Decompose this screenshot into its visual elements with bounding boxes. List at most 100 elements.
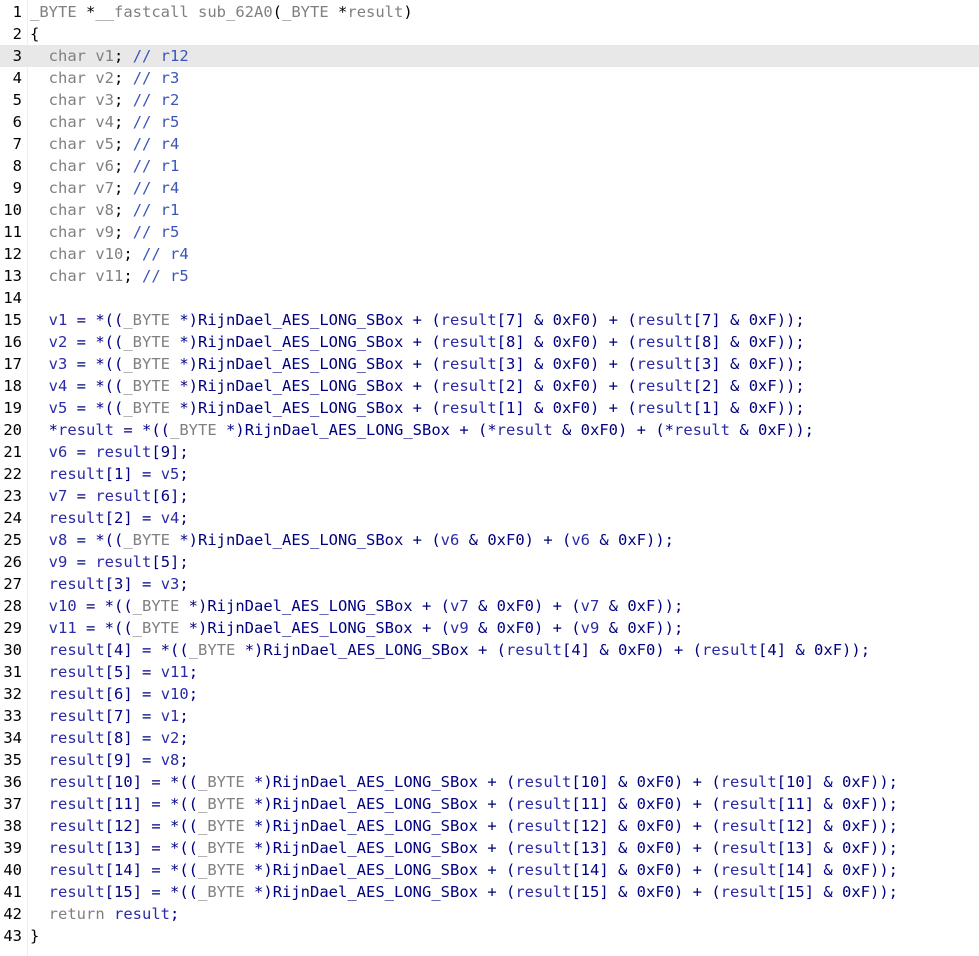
token-func[interactable]: sub_62A0 bbox=[198, 3, 273, 21]
code-line[interactable]: 20 *result = *((_BYTE *)RijnDael_AES_LON… bbox=[0, 419, 979, 441]
code-line[interactable]: 26 v9 = result[5]; bbox=[0, 551, 979, 573]
code-line[interactable]: 8 char v6; // r1 bbox=[0, 155, 979, 177]
token-local[interactable]: result bbox=[95, 553, 151, 571]
token-local[interactable]: result bbox=[95, 443, 151, 461]
token-local[interactable]: v9 bbox=[49, 553, 68, 571]
token-local[interactable]: result bbox=[721, 883, 777, 901]
token-local[interactable]: result bbox=[721, 839, 777, 857]
code-line[interactable]: 3 char v1; // r12 bbox=[0, 45, 979, 67]
code-line[interactable]: 7 char v5; // r4 bbox=[0, 133, 979, 155]
code-line[interactable]: 5 char v3; // r2 bbox=[0, 89, 979, 111]
token-local[interactable]: result bbox=[441, 333, 497, 351]
token-global[interactable]: RijnDael_AES_LONG_SBox bbox=[273, 861, 478, 879]
token-global[interactable]: RijnDael_AES_LONG_SBox bbox=[263, 641, 468, 659]
token-local[interactable]: v1 bbox=[49, 311, 68, 329]
code-line[interactable]: 6 char v4; // r5 bbox=[0, 111, 979, 133]
token-local[interactable]: result bbox=[49, 707, 105, 725]
token-local[interactable]: result bbox=[506, 641, 562, 659]
token-local[interactable]: result bbox=[515, 839, 571, 857]
token-local[interactable]: v5 bbox=[161, 465, 180, 483]
code-line[interactable]: 15 v1 = *((_BYTE *)RijnDael_AES_LONG_SBo… bbox=[0, 309, 979, 331]
token-local[interactable]: v11 bbox=[161, 663, 189, 681]
token-global[interactable]: RijnDael_AES_LONG_SBox bbox=[245, 421, 450, 439]
code-line[interactable]: 12 char v10; // r4 bbox=[0, 243, 979, 265]
code-line[interactable]: 33 result[7] = v1; bbox=[0, 705, 979, 727]
token-global[interactable]: RijnDael_AES_LONG_SBox bbox=[207, 619, 412, 637]
token-local[interactable]: result bbox=[637, 311, 693, 329]
token-local[interactable]: result bbox=[49, 575, 105, 593]
token-global[interactable]: RijnDael_AES_LONG_SBox bbox=[273, 795, 478, 813]
token-local[interactable]: result bbox=[497, 421, 553, 439]
token-local[interactable]: result bbox=[637, 333, 693, 351]
code-line[interactable]: 38 result[12] = *((_BYTE *)RijnDael_AES_… bbox=[0, 815, 979, 837]
token-local[interactable]: result bbox=[49, 685, 105, 703]
token-local[interactable]: v10 bbox=[161, 685, 189, 703]
code-line[interactable]: 1 _BYTE *__fastcall sub_62A0(_BYTE *resul… bbox=[0, 1, 979, 23]
code-line[interactable]: 39 result[13] = *((_BYTE *)RijnDael_AES_… bbox=[0, 837, 979, 859]
token-local[interactable]: v4 bbox=[49, 377, 68, 395]
token-global[interactable]: RijnDael_AES_LONG_SBox bbox=[273, 883, 478, 901]
token-local[interactable]: v6 bbox=[571, 531, 590, 549]
token-local[interactable]: v11 bbox=[49, 619, 77, 637]
token-global[interactable]: RijnDael_AES_LONG_SBox bbox=[198, 333, 403, 351]
token-local[interactable]: result bbox=[114, 905, 170, 923]
code-line[interactable]: 9 char v7; // r4 bbox=[0, 177, 979, 199]
token-local[interactable]: result bbox=[441, 355, 497, 373]
token-local[interactable]: result bbox=[441, 399, 497, 417]
token-global[interactable]: RijnDael_AES_LONG_SBox bbox=[198, 377, 403, 395]
token-local[interactable]: result bbox=[49, 795, 105, 813]
token-local[interactable]: result bbox=[49, 751, 105, 769]
token-local[interactable]: v5 bbox=[49, 399, 68, 417]
token-local[interactable]: v1 bbox=[161, 707, 180, 725]
token-local[interactable]: result bbox=[49, 861, 105, 879]
code-line[interactable]: 34 result[8] = v2; bbox=[0, 727, 979, 749]
token-local[interactable]: result bbox=[637, 399, 693, 417]
token-local[interactable]: v3 bbox=[161, 575, 180, 593]
code-line[interactable]: 19 v5 = *((_BYTE *)RijnDael_AES_LONG_SBo… bbox=[0, 397, 979, 419]
code-line[interactable]: 32 result[6] = v10; bbox=[0, 683, 979, 705]
token-local[interactable]: v2 bbox=[161, 729, 180, 747]
token-local[interactable]: result bbox=[721, 817, 777, 835]
token-local[interactable]: result bbox=[515, 795, 571, 813]
token-local[interactable]: result bbox=[515, 861, 571, 879]
token-local[interactable]: result bbox=[49, 465, 105, 483]
token-local[interactable]: result bbox=[49, 817, 105, 835]
code-line[interactable]: 36 result[10] = *((_BYTE *)RijnDael_AES_… bbox=[0, 771, 979, 793]
token-local[interactable]: result bbox=[49, 839, 105, 857]
token-func[interactable]: result bbox=[347, 3, 403, 21]
token-local[interactable]: v8 bbox=[49, 531, 68, 549]
code-line[interactable]: 4 char v2; // r3 bbox=[0, 67, 979, 89]
token-local[interactable]: v7 bbox=[581, 597, 600, 615]
code-line[interactable]: 16 v2 = *((_BYTE *)RijnDael_AES_LONG_SBo… bbox=[0, 331, 979, 353]
token-local[interactable]: result bbox=[515, 773, 571, 791]
token-local[interactable]: result bbox=[721, 795, 777, 813]
token-local[interactable]: v7 bbox=[450, 597, 469, 615]
token-local[interactable]: v9 bbox=[450, 619, 469, 637]
token-local[interactable]: v8 bbox=[161, 751, 180, 769]
token-local[interactable]: result bbox=[49, 883, 105, 901]
code-line[interactable]: 41 result[15] = *((_BYTE *)RijnDael_AES_… bbox=[0, 881, 979, 903]
token-global[interactable]: RijnDael_AES_LONG_SBox bbox=[273, 839, 478, 857]
token-local[interactable]: result bbox=[702, 641, 758, 659]
token-local[interactable]: result bbox=[49, 773, 105, 791]
code-line[interactable]: 42 return result; bbox=[0, 903, 979, 925]
token-local[interactable]: v9 bbox=[581, 619, 600, 637]
token-global[interactable]: RijnDael_AES_LONG_SBox bbox=[198, 399, 403, 417]
token-local[interactable]: v2 bbox=[49, 333, 68, 351]
token-global[interactable]: RijnDael_AES_LONG_SBox bbox=[273, 773, 478, 791]
token-local[interactable]: result bbox=[49, 641, 105, 659]
token-global[interactable]: RijnDael_AES_LONG_SBox bbox=[273, 817, 478, 835]
code-line[interactable]: 14 bbox=[0, 287, 979, 309]
code-line[interactable]: 17 v3 = *((_BYTE *)RijnDael_AES_LONG_SBo… bbox=[0, 353, 979, 375]
code-line[interactable]: 22 result[1] = v5; bbox=[0, 463, 979, 485]
code-line[interactable]: 11 char v9; // r5 bbox=[0, 221, 979, 243]
code-line[interactable]: 25 v8 = *((_BYTE *)RijnDael_AES_LONG_SBo… bbox=[0, 529, 979, 551]
token-local[interactable]: result bbox=[515, 883, 571, 901]
token-local[interactable]: result bbox=[721, 861, 777, 879]
code-line[interactable]: 24 result[2] = v4; bbox=[0, 507, 979, 529]
token-local[interactable]: v3 bbox=[49, 355, 68, 373]
code-line[interactable]: 28 v10 = *((_BYTE *)RijnDael_AES_LONG_SB… bbox=[0, 595, 979, 617]
code-line[interactable]: 10 char v8; // r1 bbox=[0, 199, 979, 221]
token-local[interactable]: result bbox=[441, 311, 497, 329]
token-local[interactable]: v10 bbox=[49, 597, 77, 615]
